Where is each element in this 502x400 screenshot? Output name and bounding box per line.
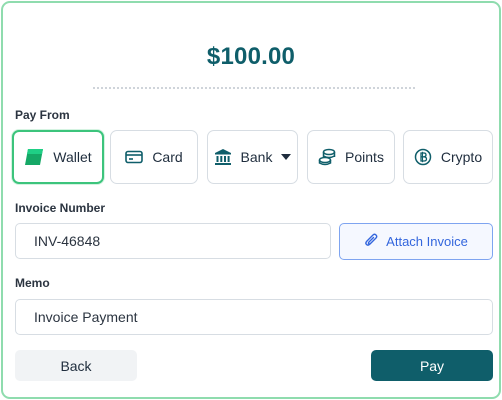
pay-from-label: Pay From bbox=[15, 108, 70, 122]
method-points[interactable]: Points bbox=[307, 130, 395, 184]
bitcoin-icon bbox=[414, 148, 432, 166]
wallet-icon bbox=[24, 148, 44, 166]
memo-input[interactable]: Invoice Payment bbox=[15, 299, 493, 335]
payment-card: $100.00 Pay From Wallet Card Bank Points… bbox=[1, 1, 501, 399]
pay-button[interactable]: Pay bbox=[371, 350, 493, 381]
paperclip-icon bbox=[364, 232, 378, 251]
chevron-down-icon bbox=[281, 154, 292, 160]
amount-divider bbox=[93, 87, 415, 89]
bank-icon bbox=[214, 148, 232, 166]
invoice-number-input[interactable]: INV-46848 bbox=[15, 223, 331, 259]
method-wallet-label: Wallet bbox=[53, 149, 92, 165]
method-bank-label: Bank bbox=[240, 149, 273, 165]
method-crypto-label: Crypto bbox=[440, 149, 483, 165]
payment-amount: $100.00 bbox=[206, 43, 296, 70]
attach-invoice-button[interactable]: Attach Invoice bbox=[339, 223, 493, 260]
attach-invoice-label: Attach Invoice bbox=[386, 234, 468, 249]
method-points-label: Points bbox=[345, 149, 384, 165]
invoice-number-label: Invoice Number bbox=[15, 201, 106, 215]
method-wallet[interactable]: Wallet bbox=[12, 130, 104, 184]
back-button[interactable]: Back bbox=[15, 350, 137, 381]
method-card[interactable]: Card bbox=[110, 130, 198, 184]
credit-card-icon bbox=[125, 150, 144, 164]
method-bank[interactable]: Bank bbox=[207, 130, 298, 184]
method-crypto[interactable]: Crypto bbox=[403, 130, 493, 184]
method-card-label: Card bbox=[152, 149, 183, 165]
coins-stack-icon bbox=[318, 148, 336, 166]
memo-label: Memo bbox=[15, 276, 50, 290]
